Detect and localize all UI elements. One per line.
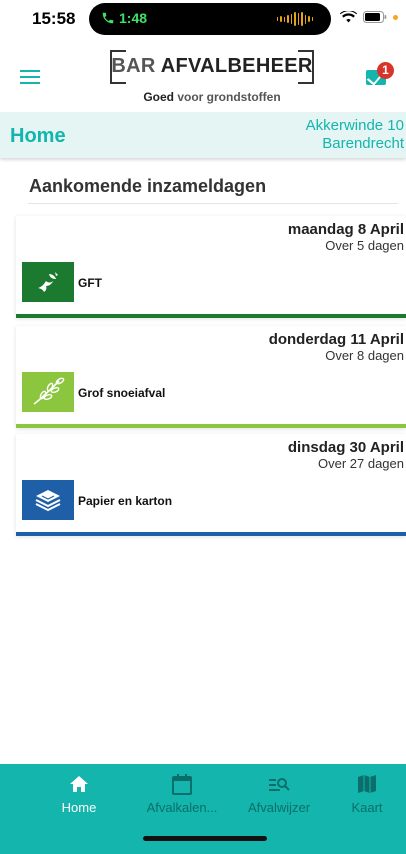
nav-label: Afvalwijzer bbox=[247, 800, 311, 815]
pickup-date: dinsdag 30 April bbox=[287, 439, 404, 456]
waste-type-label: Papier en karton bbox=[78, 494, 173, 508]
waste-type-label: Grof snoeiafval bbox=[78, 386, 166, 400]
mail-button[interactable]: 1 bbox=[364, 62, 394, 88]
logo-tagline: Goed voor grondstoffen bbox=[110, 90, 314, 104]
status-bar: 15:58 1:48 bbox=[0, 0, 406, 36]
status-icons bbox=[340, 11, 398, 23]
pickup-countdown: Over 27 dagen bbox=[317, 456, 404, 471]
pickup-date: donderdag 11 April bbox=[268, 331, 404, 348]
calendar-icon bbox=[137, 772, 227, 796]
notification-badge: 1 bbox=[377, 62, 394, 79]
tagline-rest: voor grondstoffen bbox=[177, 90, 281, 104]
pickup-card-gft[interactable]: maandag 8 April Over 5 dagen GFT bbox=[16, 216, 406, 318]
logo-name: AFVALBEHEER bbox=[160, 55, 313, 77]
menu-icon[interactable] bbox=[20, 70, 40, 84]
waste-type-stripe bbox=[16, 532, 406, 536]
nav-label: Afvalkalen... bbox=[146, 800, 218, 815]
home-icon bbox=[34, 772, 124, 796]
logo-prefix: BAR bbox=[111, 55, 156, 77]
logo: BAR AFVALBEHEER Goed voor grondstoffen bbox=[110, 50, 314, 108]
logo-text: BAR AFVALBEHEER bbox=[110, 55, 314, 78]
nav-item-home[interactable]: Home bbox=[34, 772, 124, 815]
page-title-bar: Home Akkerwinde 10 Barendrecht bbox=[0, 112, 406, 158]
phone-icon bbox=[102, 12, 114, 24]
branch-icon bbox=[22, 372, 74, 412]
privacy-indicator-dot bbox=[393, 14, 398, 20]
pickup-countdown: Over 8 dagen bbox=[325, 348, 404, 363]
battery-icon bbox=[363, 11, 387, 23]
tagline-bold: Goed bbox=[143, 90, 174, 104]
dynamic-island[interactable]: 1:48 bbox=[89, 3, 331, 35]
pickup-card-papier-en-karton[interactable]: dinsdag 30 April Over 27 dagen Papier en… bbox=[16, 434, 406, 536]
nav-label: Home bbox=[61, 800, 97, 815]
section-heading: Aankomende inzameldagen bbox=[29, 176, 267, 196]
status-time: 15:58 bbox=[32, 9, 76, 28]
address-city: Barendrecht bbox=[322, 135, 404, 152]
page-title: Home bbox=[10, 125, 66, 147]
pickup-card-grof-snoeiafval[interactable]: donderdag 11 April Over 8 dagen Grof sno… bbox=[16, 326, 406, 428]
search-list-icon bbox=[234, 772, 324, 796]
pickup-date: maandag 8 April bbox=[287, 221, 404, 238]
waste-type-stripe bbox=[16, 424, 406, 428]
nav-item-afvalwijzer[interactable]: Afvalwijzer bbox=[234, 772, 324, 815]
leaf-bin-icon bbox=[22, 262, 74, 302]
nav-label: Kaart bbox=[351, 800, 383, 815]
nav-item-kaart[interactable]: Kaart bbox=[322, 772, 406, 815]
paper-stack-icon bbox=[22, 480, 74, 520]
app-header: BAR AFVALBEHEER Goed voor grondstoffen 1 bbox=[0, 38, 406, 110]
divider bbox=[28, 203, 398, 204]
pickup-countdown: Over 5 dagen bbox=[325, 238, 404, 253]
waste-type-label: GFT bbox=[78, 276, 102, 290]
address-street: Akkerwinde 10 bbox=[305, 117, 404, 134]
address[interactable]: Akkerwinde 10 Barendrecht bbox=[306, 117, 404, 153]
waste-type-stripe bbox=[16, 314, 406, 318]
active-call-indicator[interactable]: 1:48 bbox=[101, 10, 147, 26]
map-icon bbox=[322, 772, 406, 796]
call-duration: 1:48 bbox=[119, 10, 148, 26]
nav-item-afvalkalender[interactable]: Afvalkalen... bbox=[137, 772, 227, 815]
wifi-icon bbox=[340, 11, 357, 23]
home-indicator[interactable] bbox=[143, 836, 267, 841]
audio-waveform-icon bbox=[277, 12, 313, 26]
